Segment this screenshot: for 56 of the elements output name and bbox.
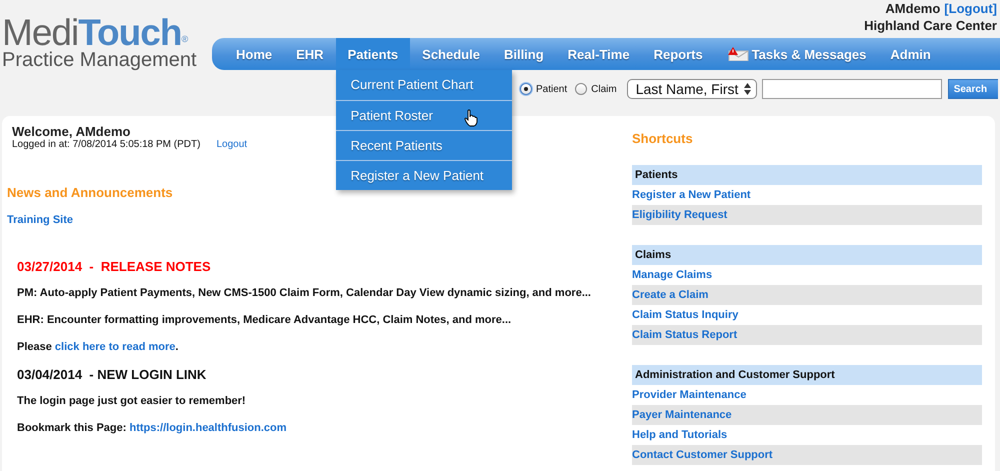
nav-tab[interactable]: Billing bbox=[492, 38, 556, 70]
logo-text: Medi bbox=[2, 12, 78, 53]
radio-button[interactable] bbox=[575, 83, 588, 95]
radio-button[interactable] bbox=[520, 83, 532, 95]
radio-label: Claim bbox=[591, 84, 617, 94]
login-info: Logged in at: 7/08/2014 5:05:18 PM (PDT) bbox=[12, 139, 200, 150]
news-link[interactable]: https://login.healthfusion.com bbox=[129, 422, 287, 434]
welcome-title: Welcome, AMdemo bbox=[12, 124, 132, 139]
shortcut-group-header: Patients bbox=[632, 165, 982, 185]
search-field[interactable] bbox=[762, 79, 942, 99]
logout-link[interactable]: [Logout] bbox=[944, 0, 997, 17]
training-site-link[interactable]: Training Site bbox=[7, 214, 632, 226]
shortcut-link[interactable]: Provider Maintenance bbox=[632, 385, 982, 405]
section-heading: Shortcuts bbox=[632, 131, 694, 146]
news-text: EHR: Encounter formatting improvements, Medicare Advantage HCC, Claim Notes, and more... bbox=[17, 314, 512, 327]
nav-tab[interactable]: Schedule bbox=[410, 38, 492, 70]
facility-name: Highland Care Center bbox=[864, 17, 997, 34]
shortcut-link[interactable]: Contact Customer Support bbox=[632, 445, 982, 465]
shortcut-link[interactable]: Payer Maintenance bbox=[632, 405, 982, 425]
nav-tab[interactable]: Reports bbox=[642, 38, 715, 70]
logo-subtitle: Practice Management bbox=[2, 50, 198, 70]
search-type-select[interactable]: Last Name, First bbox=[626, 79, 757, 99]
logo-text: Touch bbox=[78, 12, 182, 53]
registered-mark: ® bbox=[181, 34, 188, 44]
mail-alert-icon bbox=[726, 47, 749, 61]
shortcut-link[interactable]: Create a Claim bbox=[632, 285, 982, 305]
username: AMdemo bbox=[885, 0, 940, 17]
news-heading: 03/04/2014 - NEW LOGIN LINK bbox=[17, 368, 208, 381]
menu-item[interactable]: Patient Roster bbox=[336, 100, 512, 130]
shortcut-link[interactable]: Claim Status Report bbox=[632, 325, 982, 345]
news-link[interactable]: click here to read more bbox=[54, 341, 176, 353]
news-text: Bookmark this Page: https://login.healthfusion.com bbox=[17, 422, 288, 435]
hand-cursor-icon bbox=[464, 109, 478, 127]
shortcut-link[interactable]: Manage Claims bbox=[632, 265, 982, 285]
nav-tab[interactable]: Patients bbox=[336, 38, 410, 70]
logout-link[interactable]: Logout bbox=[216, 139, 248, 150]
shortcut-group-header: Administration and Customer Support bbox=[632, 365, 982, 385]
radio-label: Patient bbox=[536, 84, 568, 94]
nav-tab[interactable]: Tasks & Messages bbox=[714, 38, 878, 70]
news-text: Please click here to read more. bbox=[17, 341, 180, 354]
shortcut-link[interactable]: Eligibility Request bbox=[632, 205, 982, 225]
shortcut-link[interactable]: Help and Tutorials bbox=[632, 425, 982, 445]
release-notes-heading: 03/27/2014 - RELEASE NOTES bbox=[17, 260, 212, 273]
news-text: PM: Auto-apply Patient Payments, New CMS-1500 Claim Form, Calendar Day View dynamic sizing, and more... bbox=[17, 287, 592, 300]
search-button[interactable]: Search bbox=[948, 79, 998, 99]
shortcut-link[interactable]: Claim Status Inquiry bbox=[632, 305, 982, 325]
shortcut-link[interactable]: Register a New Patient bbox=[632, 185, 982, 205]
nav-tab[interactable]: EHR bbox=[284, 38, 336, 70]
nav-tab[interactable]: Real-Time bbox=[556, 38, 642, 70]
menu-item[interactable]: Current Patient Chart bbox=[336, 70, 512, 100]
nav-tab[interactable]: Home bbox=[224, 38, 284, 70]
nav-tab[interactable]: Admin bbox=[878, 38, 943, 70]
news-text: The login page just got easier to remember! bbox=[17, 395, 247, 408]
shortcut-group-header: Claims bbox=[632, 245, 982, 265]
stepper-arrows-icon bbox=[744, 83, 751, 95]
section-heading: News and Announcements bbox=[7, 185, 174, 200]
